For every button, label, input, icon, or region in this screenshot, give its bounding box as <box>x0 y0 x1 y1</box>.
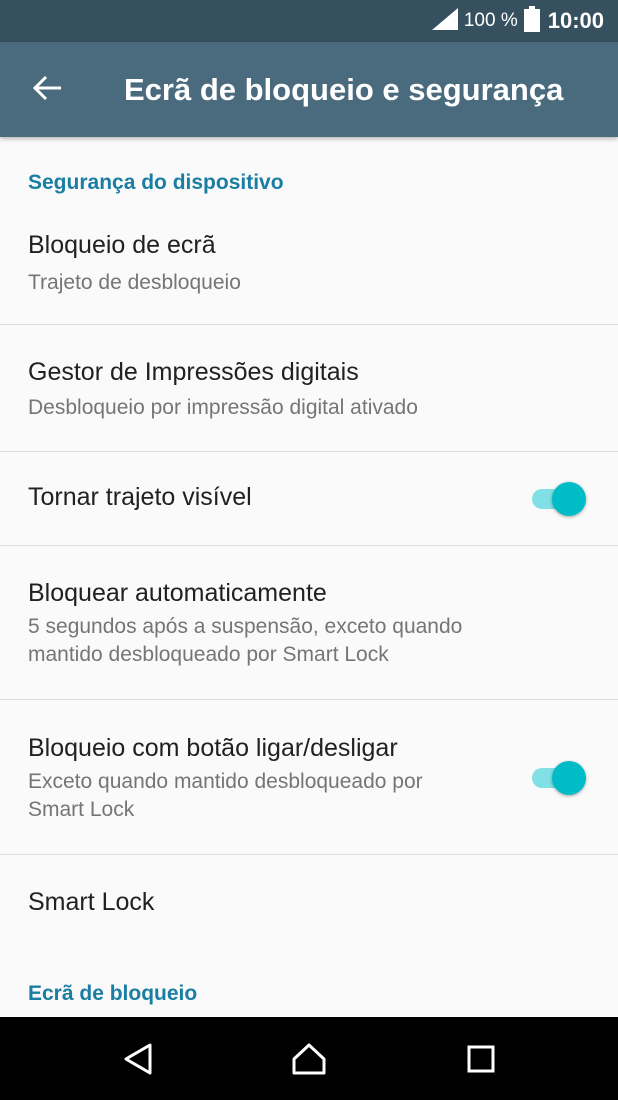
setting-power-button-lock[interactable]: Bloqueio com botão ligar/desligar Exceto… <box>0 700 618 854</box>
setting-title: Smart Lock <box>28 888 155 916</box>
back-triangle-icon <box>122 1042 154 1081</box>
setting-summary-line: Exceto quando mantido desbloqueado por <box>28 770 423 793</box>
setting-title: Bloqueio com botão ligar/desligar <box>28 734 398 762</box>
home-icon <box>291 1042 327 1081</box>
settings-list: Segurança do dispositivo Bloqueio de ecr… <box>0 137 618 1017</box>
nav-home-button[interactable] <box>281 1033 337 1089</box>
setting-smart-lock[interactable]: Smart Lock <box>0 855 618 950</box>
recents-icon <box>466 1044 496 1079</box>
setting-summary-line: 5 segundos após a suspensão, exceto quan… <box>28 615 463 638</box>
section-header-lock-screen: Ecrã de bloqueio <box>28 982 198 1005</box>
battery-percent: 100 % <box>463 10 518 31</box>
app-bar: Ecrã de bloqueio e segurança <box>0 42 618 137</box>
nav-recents-button[interactable] <box>453 1033 509 1089</box>
power-button-lock-toggle[interactable] <box>532 759 586 795</box>
clock: 10:00 <box>547 8 604 33</box>
status-indicators: 100 % 10:00 <box>431 0 604 42</box>
navigation-bar <box>0 1017 618 1100</box>
setting-title: Bloquear automaticamente <box>28 579 327 607</box>
battery-icon <box>523 5 540 37</box>
setting-title: Tornar trajeto visível <box>28 483 252 511</box>
setting-make-pattern-visible[interactable]: Tornar trajeto visível <box>0 452 618 545</box>
back-button[interactable] <box>20 66 76 114</box>
signal-icon <box>431 7 458 35</box>
back-arrow-icon <box>32 75 63 106</box>
page-title: Ecrã de bloqueio e segurança <box>124 72 564 107</box>
setting-title: Gestor de Impressões digitais <box>28 358 359 386</box>
toggle-thumb <box>552 761 586 795</box>
pattern-visible-toggle[interactable] <box>532 480 586 516</box>
setting-title: Bloqueio de ecrã <box>28 231 216 259</box>
setting-summary: Desbloqueio por impressão digital ativad… <box>28 396 418 419</box>
toggle-thumb <box>552 482 586 516</box>
setting-summary-line: mantido desbloqueado por Smart Lock <box>28 643 389 666</box>
setting-screen-lock[interactable]: Bloqueio de ecrã Trajeto de desbloqueio <box>0 213 618 324</box>
setting-summary-line: Smart Lock <box>28 798 135 821</box>
section-header-device-security: Segurança do dispositivo <box>28 171 284 194</box>
nav-back-button[interactable] <box>110 1033 166 1089</box>
setting-fingerprint-manager[interactable]: Gestor de Impressões digitais Desbloquei… <box>0 325 618 451</box>
setting-auto-lock[interactable]: Bloquear automaticamente 5 segundos após… <box>0 546 618 699</box>
status-bar: 100 % 10:00 <box>0 0 618 42</box>
setting-summary: Trajeto de desbloqueio <box>28 271 241 294</box>
